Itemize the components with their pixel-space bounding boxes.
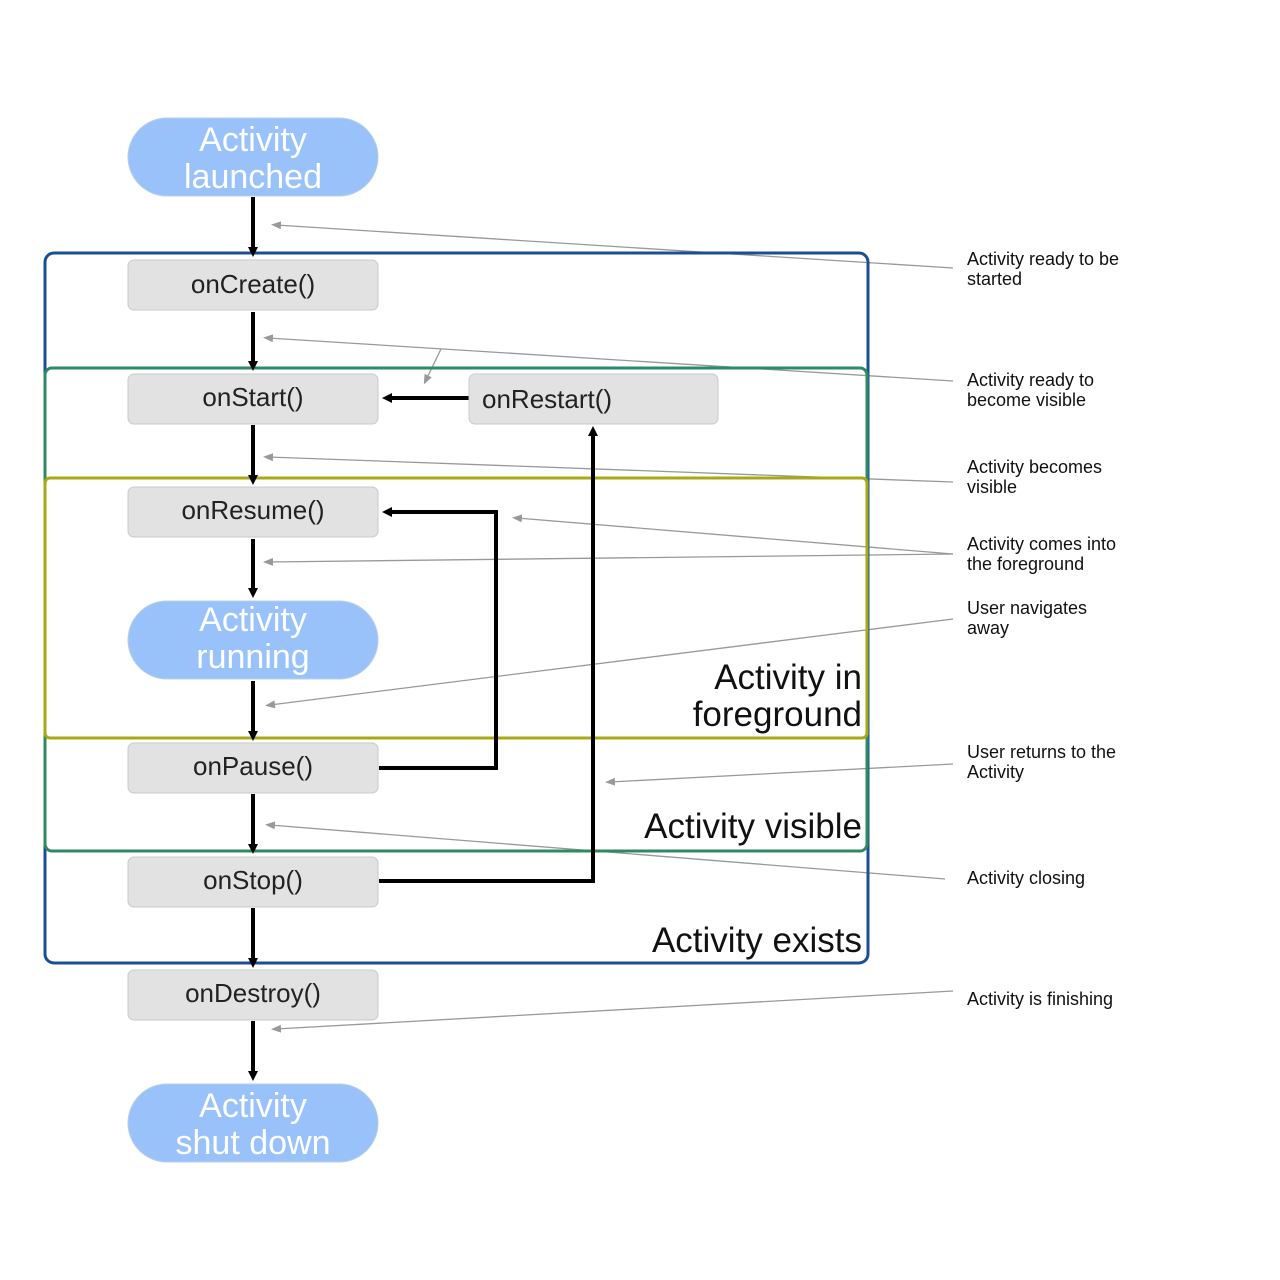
annotation-ready-to-start-line1: Activity ready to be [967,249,1119,269]
region-label-foreground-line2: foreground [693,695,862,734]
node-onstart: onStart() [127,373,379,425]
terminal-activity-running: Activity running [127,600,379,680]
node-onresume: onResume() [127,486,379,538]
annotation-becomes-visible-line1: Activity becomes [967,457,1102,477]
node-onrestart: onRestart() [468,373,719,425]
region-label-foreground-line1: Activity in [714,658,862,697]
annotation-ready-visible-line1: Activity ready to [967,370,1094,390]
annotations: Activity ready to be started Activity re… [967,249,1119,1009]
node-label: onStop() [203,865,303,895]
node-label: onDestroy() [185,978,321,1008]
terminal-label-line2: running [196,638,309,676]
terminal-label-line2: launched [184,158,322,196]
annotation-line-ready-to-start [271,221,954,269]
annotation-foreground-line1: Activity comes into [967,534,1116,554]
annotation-ready-visible-line2: become visible [967,390,1086,410]
arrow-onpause-to-onresume [379,507,498,770]
terminal-activity-shut-down: Activity shut down [127,1083,379,1163]
region-label-exists: Activity exists [652,921,862,960]
annotation-line-foreground-a [512,514,954,555]
terminal-label-line1: Activity [199,601,307,639]
node-onstop: onStop() [127,856,379,908]
annotation-line-foreground-b [263,553,954,566]
annotation-returns-line2: Activity [967,762,1024,782]
annotation-returns-line1: User returns to the [967,742,1116,762]
node-ondestroy: onDestroy() [127,969,379,1021]
node-label: onResume() [181,495,324,525]
node-onpause: onPause() [127,742,379,794]
annotation-foreground-line2: the foreground [967,554,1084,574]
node-label: onPause() [193,751,313,781]
node-label: onStart() [202,382,303,412]
terminal-label-line2: shut down [176,1124,331,1162]
node-label: onCreate() [191,269,315,299]
annotation-navigates-away-line2: away [967,618,1009,638]
annotation-becomes-visible-line2: visible [967,477,1017,497]
region-label-visible: Activity visible [644,807,862,846]
annotation-ready-to-start-line2: started [967,269,1022,289]
lifecycle-diagram: Activity launched Activity running Activ… [43,117,1119,1163]
annotation-line-ready-visible-branch [423,348,442,385]
annotation-closing: Activity closing [967,868,1085,888]
terminal-activity-launched: Activity launched [127,117,379,197]
node-label: onRestart() [482,384,612,414]
node-oncreate: onCreate() [127,259,379,311]
terminal-label-line1: Activity [199,121,307,159]
annotation-line-returns [605,763,954,786]
annotation-finishing: Activity is finishing [967,989,1113,1009]
arrow-onstop-to-onrestart [379,426,598,883]
terminal-label-line1: Activity [199,1087,307,1125]
annotation-navigates-away-line1: User navigates [967,598,1087,618]
